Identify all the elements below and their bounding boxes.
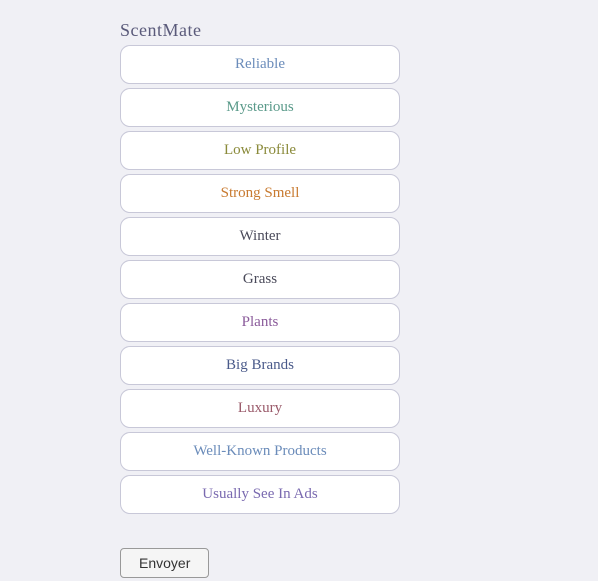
list-item-big-brands[interactable]: Big Brands (120, 346, 400, 385)
list-item-reliable[interactable]: Reliable (120, 45, 400, 84)
list-item-strong-smell[interactable]: Strong Smell (120, 174, 400, 213)
items-list: Reliable Mysterious Low Profile Strong Smel… (120, 45, 400, 514)
list-item-mysterious[interactable]: Mysterious (120, 88, 400, 127)
list-item-luxury[interactable]: Luxury (120, 389, 400, 428)
app-title: ScentMate (120, 20, 201, 41)
list-item-well-known-products[interactable]: Well-Known Products (120, 432, 400, 471)
list-item-plants[interactable]: Plants (120, 303, 400, 342)
list-item-winter[interactable]: Winter (120, 217, 400, 256)
list-item-low-profile[interactable]: Low Profile (120, 131, 400, 170)
list-item-grass[interactable]: Grass (120, 260, 400, 299)
submit-button[interactable]: Envoyer (120, 548, 209, 578)
list-item-usually-see-in-ads[interactable]: Usually See In Ads (120, 475, 400, 514)
